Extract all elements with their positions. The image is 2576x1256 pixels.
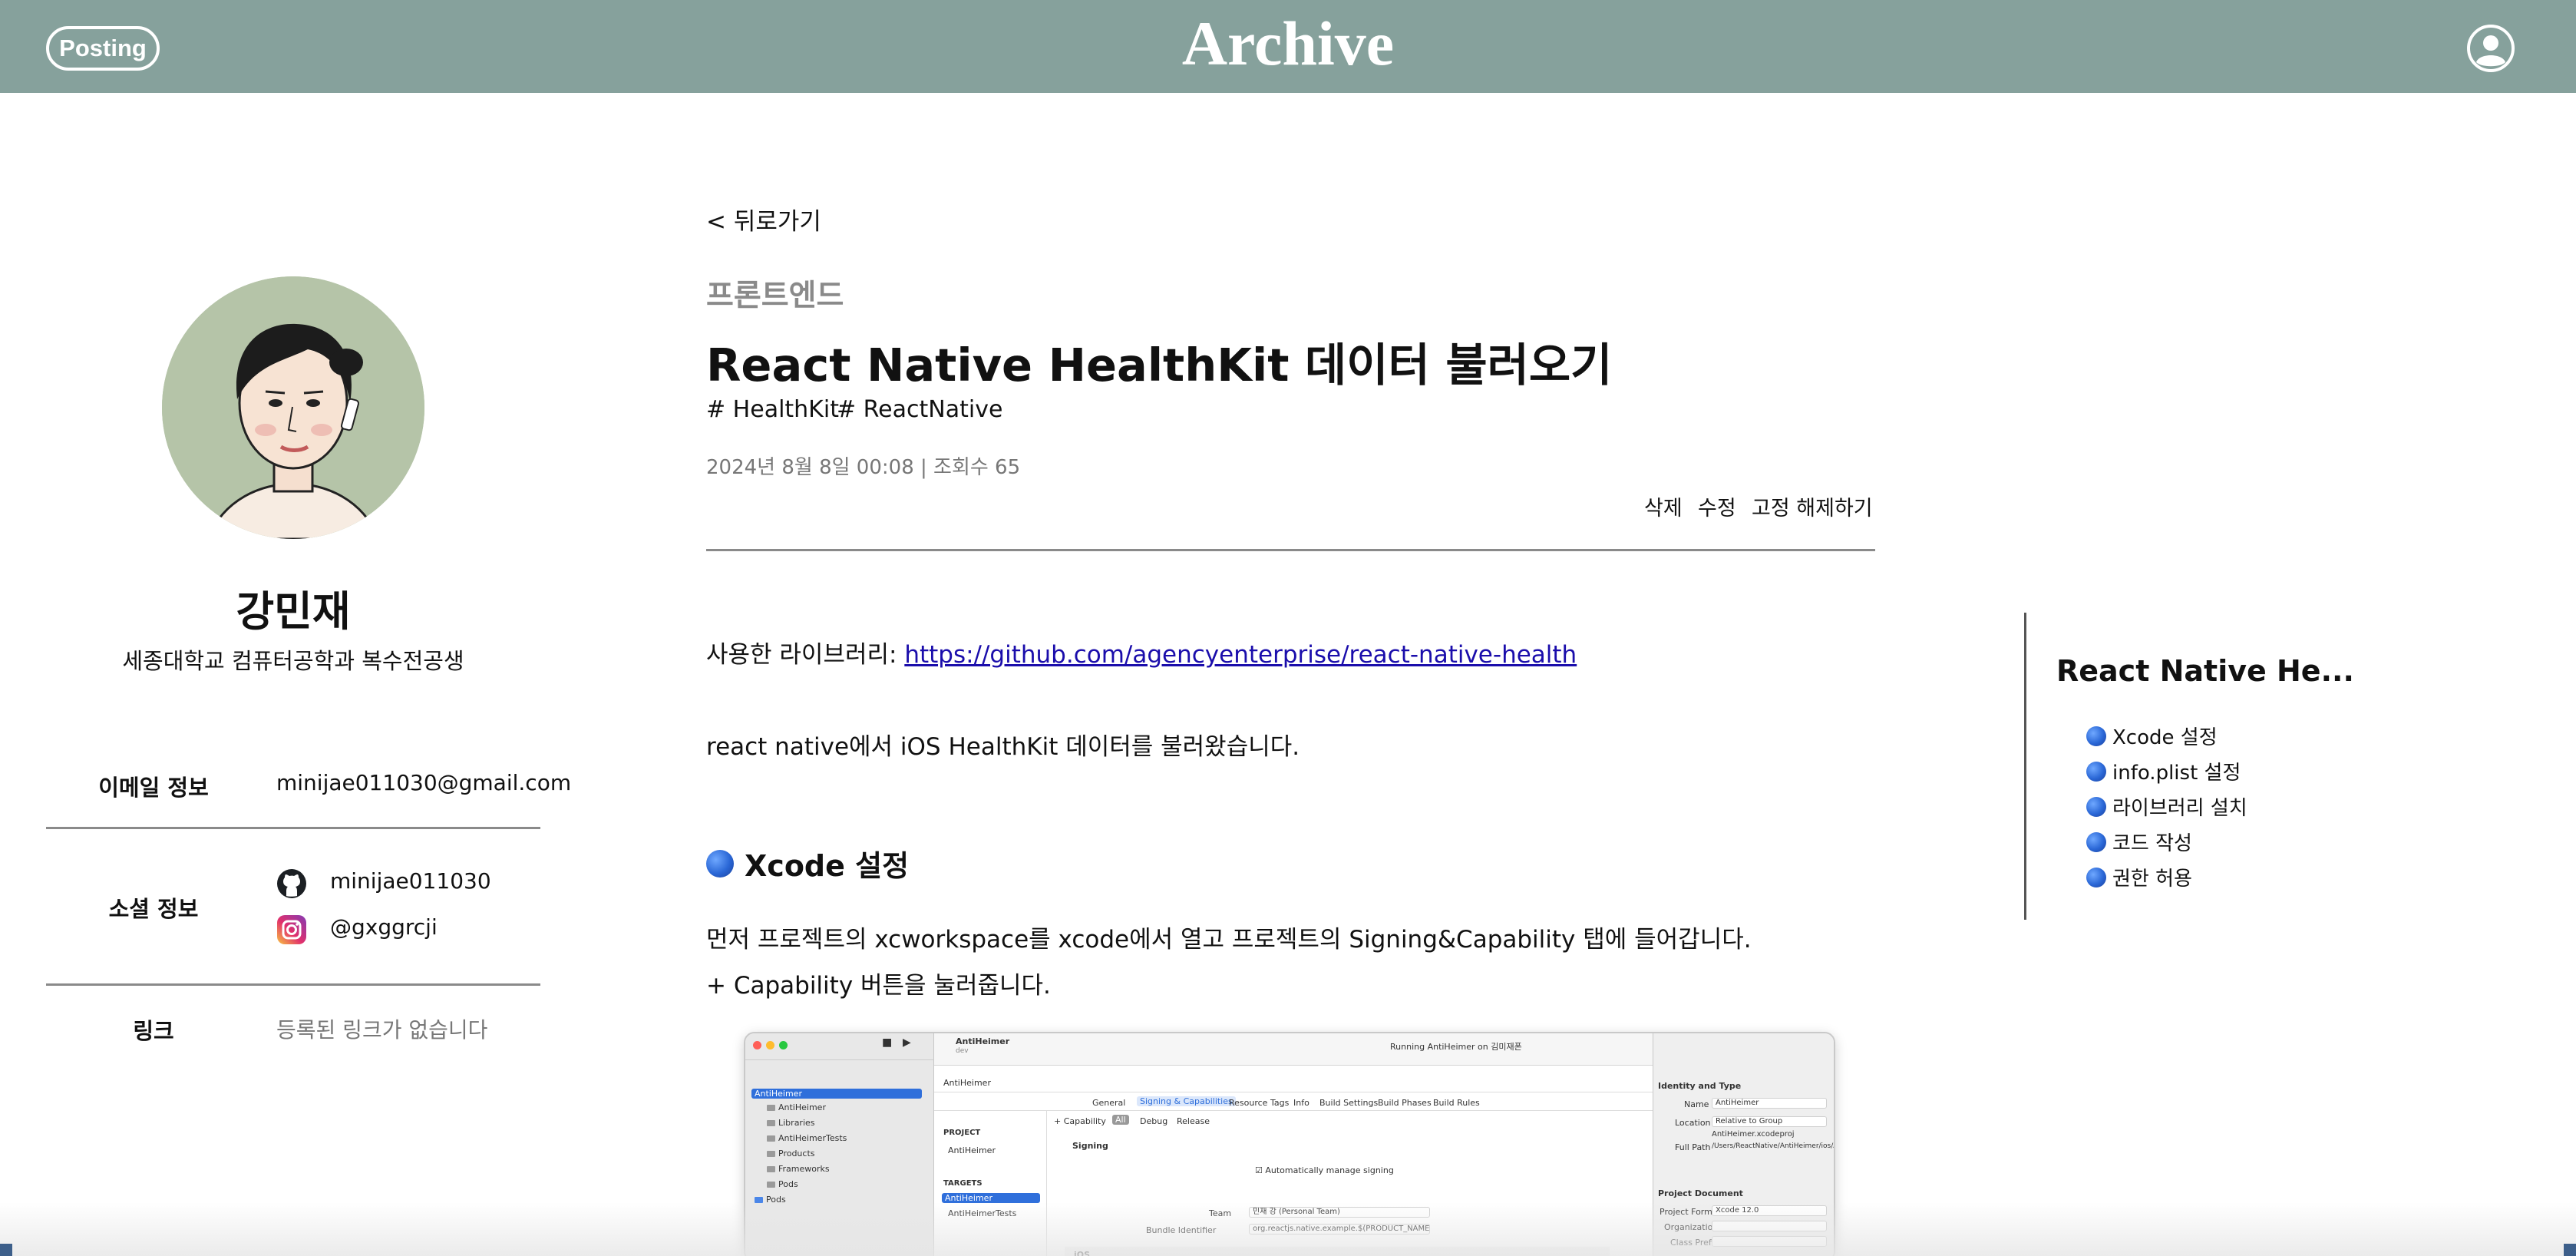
close-dot-icon	[753, 1041, 761, 1049]
user-account-icon[interactable]	[2466, 24, 2515, 73]
blue-circle-icon	[2086, 761, 2106, 782]
delete-button[interactable]: 삭제	[1644, 491, 1683, 521]
post-category: 프론트엔드	[706, 279, 844, 313]
blue-circle-icon	[2086, 831, 2106, 852]
instagram-username[interactable]: @gxggrcji	[330, 914, 438, 940]
zoom-dot-icon	[779, 1041, 788, 1049]
profile-description: 세종대학교 컴퓨터공학과 복수전공생	[122, 648, 464, 674]
email-label: 이메일 정보	[98, 775, 209, 801]
blue-circle-icon	[2086, 796, 2106, 817]
link-empty-text: 등록된 링크가 없습니다	[276, 1017, 488, 1043]
library-link[interactable]: https://github.com/agencyenterprise/reac…	[904, 641, 1577, 669]
toc-item[interactable]: 라이브러리 설치	[2086, 792, 2247, 821]
email-value: minijae011030@gmail.com	[276, 770, 572, 795]
toc-title: React Native He...	[2056, 654, 2354, 688]
divider	[706, 549, 1875, 551]
body-paragraph: + Capability 버튼을 눌러줍니다.	[706, 972, 1051, 1000]
section-heading-text: Xcode 설정	[745, 849, 910, 883]
library-paragraph: 사용한 라이브러리: https://github.com/agencyente…	[706, 635, 1577, 669]
xcode-tree-item: Pods	[767, 1179, 798, 1189]
xcode-tree-root: AntiHeimer	[751, 1089, 922, 1099]
minimize-dot-icon	[766, 1041, 774, 1049]
post-meta: 2024년 8월 8일 00:08 | 조회수 65	[706, 456, 1021, 479]
toc-item[interactable]: 권한 허용	[2086, 863, 2192, 891]
blue-circle-icon	[706, 849, 734, 878]
run-icon: ▶	[903, 1036, 911, 1049]
avatar	[162, 276, 424, 539]
body-paragraph: 먼저 프로젝트의 xcworkspace를 xcode에서 열고 프로젝트의 S…	[706, 926, 1752, 954]
back-link[interactable]: < 뒤로가기	[706, 202, 821, 236]
tag-healthkit[interactable]: # HealthKit	[706, 396, 839, 423]
xcode-tree-item: AntiHeimerTests	[767, 1133, 847, 1143]
xcode-editor: AntiHeimer General Signing & Capabilitie…	[934, 1066, 1656, 1256]
toc-border	[2024, 613, 2026, 920]
social-label: 소셜 정보	[108, 896, 199, 922]
top-header: Posting Archive	[0, 0, 2576, 93]
blue-circle-icon	[2086, 726, 2106, 746]
section-heading-xcode: Xcode 설정	[706, 842, 909, 884]
github-username[interactable]: minijae011030	[330, 868, 491, 894]
divider	[46, 827, 540, 829]
divider	[46, 983, 540, 986]
xcode-tree-item: AntiHeimer	[767, 1102, 826, 1112]
xcode-screenshot: ■ ▶ AntiHeimer AntiHeimer Libraries Anti…	[744, 1032, 1835, 1256]
xcode-navigator: ■ ▶ AntiHeimer AntiHeimer Libraries Anti…	[745, 1033, 934, 1256]
window-corner	[2564, 1244, 2576, 1256]
stop-icon: ■	[882, 1036, 893, 1049]
xcode-toolbar: AntiHeimer dev Running AntiHeimer on 김미재…	[934, 1033, 1656, 1066]
xcode-tree-item: Frameworks	[767, 1164, 830, 1174]
blue-circle-icon	[2086, 867, 2106, 887]
xcode-tree-item: Pods	[755, 1195, 786, 1205]
toc-item[interactable]: Xcode 설정	[2086, 722, 2218, 750]
xcode-tree-item: Libraries	[767, 1118, 815, 1128]
edit-button[interactable]: 수정	[1698, 491, 1736, 521]
post-title: React Native HealthKit 데이터 불러오기	[706, 339, 1613, 392]
profile-name: 강민재	[236, 587, 351, 636]
instagram-icon[interactable]	[276, 914, 307, 945]
library-prefix: 사용한 라이브러리:	[706, 641, 905, 669]
tag-reactnative[interactable]: # ReactNative	[837, 396, 1002, 423]
github-icon[interactable]	[276, 868, 307, 899]
intro-paragraph: react native에서 iOS HealthKit 데이터를 불러왔습니다…	[706, 733, 1300, 761]
unpin-button[interactable]: 고정 해제하기	[1752, 491, 1873, 521]
link-label: 링크	[133, 1018, 174, 1044]
toc-item[interactable]: info.plist 설정	[2086, 757, 2241, 785]
window-corner	[0, 1244, 12, 1256]
xcode-tree-item: Products	[767, 1149, 815, 1158]
site-title[interactable]: Archive	[0, 8, 2576, 80]
xcode-inspector: Identity and Type Name AntiHeimer Locati…	[1653, 1033, 1834, 1256]
toc-item[interactable]: 코드 작성	[2086, 828, 2192, 856]
